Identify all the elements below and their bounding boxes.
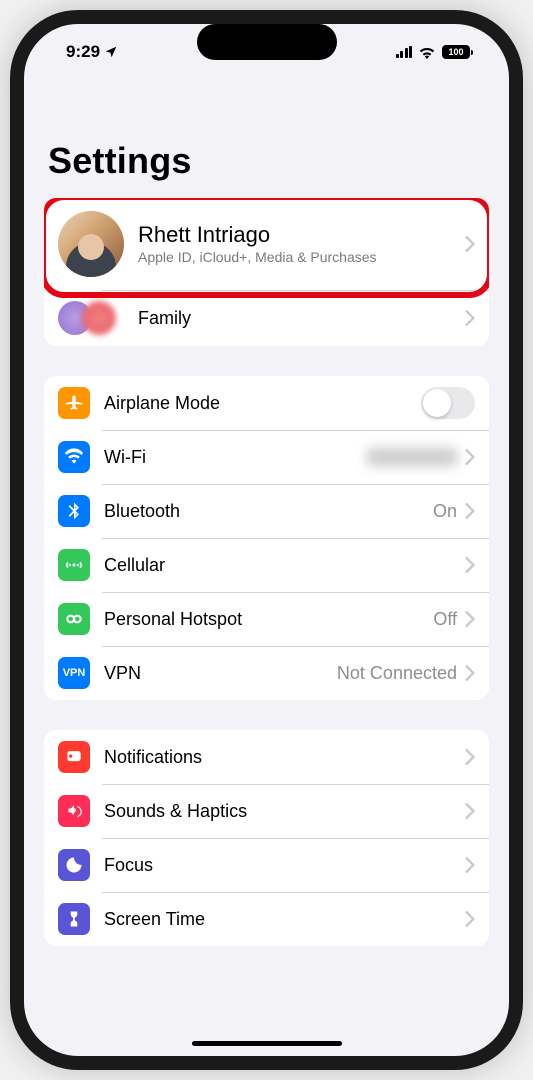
status-right: 100 bbox=[396, 45, 474, 59]
family-row[interactable]: Family bbox=[44, 290, 489, 346]
cellular-signal-icon bbox=[396, 46, 413, 58]
vpn-row[interactable]: VPN VPN Not Connected bbox=[44, 646, 489, 700]
hotspot-row[interactable]: Personal Hotspot Off bbox=[44, 592, 489, 646]
chevron-right-icon bbox=[465, 857, 475, 873]
dynamic-island bbox=[197, 24, 337, 60]
account-group: Rhett Intriago Apple ID, iCloud+, Media … bbox=[44, 198, 489, 346]
vpn-badge-text: VPN bbox=[63, 663, 86, 683]
wifi-label: Wi-Fi bbox=[104, 447, 367, 468]
page-title: Settings bbox=[48, 140, 489, 182]
chevron-right-icon bbox=[465, 749, 475, 765]
focus-row[interactable]: Focus bbox=[44, 838, 489, 892]
phone-frame: 9:29 100 Settings Rhett Intriago bbox=[10, 10, 523, 1070]
location-icon bbox=[104, 45, 118, 59]
hotspot-value: Off bbox=[433, 609, 457, 630]
wifi-status-icon bbox=[418, 46, 436, 59]
chevron-right-icon bbox=[465, 449, 475, 465]
apple-id-row[interactable]: Rhett Intriago Apple ID, iCloud+, Media … bbox=[44, 198, 489, 290]
chevron-right-icon bbox=[465, 803, 475, 819]
chevron-right-icon bbox=[465, 503, 475, 519]
home-indicator[interactable] bbox=[192, 1041, 342, 1046]
notifications-row[interactable]: Notifications bbox=[44, 730, 489, 784]
notifications-label: Notifications bbox=[104, 747, 465, 768]
airplane-label: Airplane Mode bbox=[104, 393, 421, 414]
wifi-icon bbox=[58, 441, 90, 473]
content-area[interactable]: Settings Rhett Intriago Apple ID, iCloud… bbox=[24, 80, 509, 1056]
wifi-value-redacted bbox=[367, 448, 457, 466]
chevron-right-icon bbox=[465, 665, 475, 681]
screentime-icon bbox=[58, 903, 90, 935]
battery-icon: 100 bbox=[442, 45, 473, 59]
notifications-icon bbox=[58, 741, 90, 773]
battery-level: 100 bbox=[442, 45, 470, 59]
vpn-label: VPN bbox=[104, 663, 337, 684]
status-left: 9:29 bbox=[66, 42, 118, 62]
sounds-icon bbox=[58, 795, 90, 827]
chevron-right-icon bbox=[465, 310, 475, 326]
vpn-icon: VPN bbox=[58, 657, 90, 689]
profile-subtitle: Apple ID, iCloud+, Media & Purchases bbox=[138, 249, 465, 267]
bluetooth-row[interactable]: Bluetooth On bbox=[44, 484, 489, 538]
chevron-right-icon bbox=[465, 611, 475, 627]
bluetooth-label: Bluetooth bbox=[104, 501, 433, 522]
airplane-toggle[interactable] bbox=[421, 387, 475, 419]
screentime-row[interactable]: Screen Time bbox=[44, 892, 489, 946]
airplane-mode-row[interactable]: Airplane Mode bbox=[44, 376, 489, 430]
chevron-right-icon bbox=[465, 236, 475, 252]
hotspot-icon bbox=[58, 603, 90, 635]
focus-icon bbox=[58, 849, 90, 881]
focus-label: Focus bbox=[104, 855, 465, 876]
wifi-row[interactable]: Wi-Fi bbox=[44, 430, 489, 484]
screentime-label: Screen Time bbox=[104, 909, 465, 930]
network-group: Airplane Mode Wi-Fi bbox=[44, 376, 489, 700]
chevron-right-icon bbox=[465, 911, 475, 927]
family-label: Family bbox=[138, 308, 465, 329]
status-time: 9:29 bbox=[66, 42, 100, 62]
sounds-row[interactable]: Sounds & Haptics bbox=[44, 784, 489, 838]
sounds-label: Sounds & Haptics bbox=[104, 801, 465, 822]
cellular-label: Cellular bbox=[104, 555, 465, 576]
cellular-icon bbox=[58, 549, 90, 581]
bluetooth-value: On bbox=[433, 501, 457, 522]
bluetooth-icon bbox=[58, 495, 90, 527]
cellular-row[interactable]: Cellular bbox=[44, 538, 489, 592]
general-group: Notifications Sounds & Haptics bbox=[44, 730, 489, 946]
avatar bbox=[58, 211, 124, 277]
hotspot-label: Personal Hotspot bbox=[104, 609, 433, 630]
screen: 9:29 100 Settings Rhett Intriago bbox=[24, 24, 509, 1056]
chevron-right-icon bbox=[465, 557, 475, 573]
profile-name: Rhett Intriago bbox=[138, 222, 465, 248]
vpn-value: Not Connected bbox=[337, 663, 457, 684]
profile-info: Rhett Intriago Apple ID, iCloud+, Media … bbox=[138, 222, 465, 267]
family-avatars bbox=[58, 301, 116, 335]
airplane-icon bbox=[58, 387, 90, 419]
